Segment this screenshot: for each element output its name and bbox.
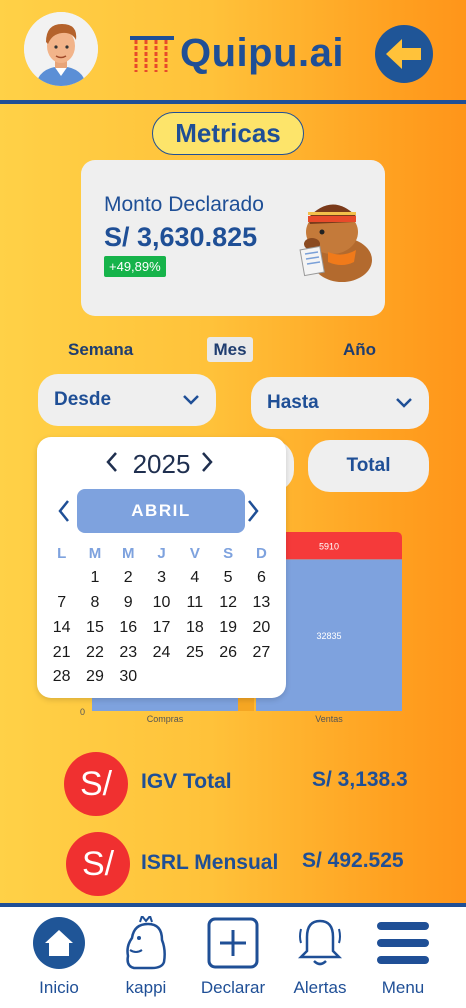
nav-label: Inicio [39, 978, 79, 997]
calendar-day[interactable]: 21 [45, 640, 78, 665]
tab-mes[interactable]: Mes [207, 337, 253, 362]
chevron-left-icon[interactable] [105, 451, 119, 473]
calendar-day[interactable]: 22 [78, 640, 111, 665]
calendar-day[interactable]: 2 [112, 566, 145, 591]
igv-value: S/ 3,138.3 [312, 768, 408, 791]
capybara-icon [126, 916, 166, 970]
calendar-day[interactable]: 14 [45, 615, 78, 640]
bottom-nav: Inicio kappi Declarar Alertas Menu [0, 907, 466, 1008]
calendar-day[interactable]: 25 [178, 640, 211, 665]
weekday-label: M [121, 544, 135, 562]
weekday-label: V [189, 544, 200, 562]
calendar-day[interactable]: 30 [112, 665, 145, 690]
chevron-down-icon [396, 398, 412, 408]
total-button[interactable]: Total [308, 440, 429, 492]
nav-label: kappi [125, 978, 167, 997]
data-label: 5910 [319, 542, 339, 552]
calendar-day[interactable]: 28 [45, 665, 78, 690]
date-picker: 2025 ABRIL L M M J V S D 1 2 3 4 5 6 7 8 9 10 11 12 13 14 15 1… [37, 437, 286, 698]
calendar-day[interactable]: 8 [78, 591, 111, 616]
igv-label: IGV Total [141, 770, 232, 793]
calendar-empty-cell [45, 566, 78, 591]
nav-label: Menu [381, 978, 425, 997]
nav-label: Alertas [293, 978, 347, 997]
nav-item-declarar[interactable]: Declarar [198, 907, 268, 1008]
calendar-day[interactable]: 26 [211, 640, 244, 665]
hasta-dropdown[interactable]: Hasta [251, 377, 429, 429]
monto-value: S/ 3,630.825 [104, 222, 258, 252]
calendar-day[interactable]: 17 [145, 615, 178, 640]
home-icon [33, 917, 85, 969]
nav-label: Declarar [200, 978, 266, 997]
calendar-day[interactable]: 10 [145, 591, 178, 616]
calendar-day[interactable]: 4 [178, 566, 211, 591]
nav-item-inicio[interactable]: Inicio [22, 907, 96, 1008]
calendar-day[interactable]: 29 [78, 665, 111, 690]
data-label: 32835 [316, 631, 341, 641]
currency-icon: S/ [66, 832, 130, 896]
calendar-day[interactable]: 24 [145, 640, 178, 665]
calendar-day[interactable]: 1 [78, 566, 111, 591]
nav-item-alertas[interactable]: Alertas [285, 907, 355, 1008]
avatar-icon [24, 12, 98, 86]
nav-item-kappi[interactable]: kappi [111, 907, 181, 1008]
back-button[interactable] [375, 25, 433, 83]
weekday-label: S [223, 544, 234, 562]
calendar-grid: L M M J V S D 1 2 3 4 5 6 7 8 9 10 11 12 13 14 15 16 17 18 19 20 21… [45, 541, 278, 690]
calendar-day[interactable]: 19 [211, 615, 244, 640]
calendar-day[interactable]: 6 [245, 566, 278, 591]
calendar-year: 2025 [132, 449, 191, 479]
calendar-day[interactable]: 9 [112, 591, 145, 616]
calendar-day[interactable]: 11 [178, 591, 211, 616]
chevron-down-icon [183, 395, 199, 405]
bell-icon [297, 919, 343, 966]
isrl-value: S/ 492.525 [302, 849, 404, 872]
avatar[interactable] [24, 12, 98, 86]
page-title: Metricas [152, 112, 304, 155]
calendar-day[interactable]: 20 [245, 615, 278, 640]
quipu-logo-icon [130, 36, 174, 72]
calendar-day[interactable]: 12 [211, 591, 244, 616]
logo: Quipu.ai [128, 28, 344, 78]
x-tick-label: Compras [147, 714, 184, 724]
isrl-label: ISRL Mensual [141, 851, 279, 874]
calendar-day[interactable]: 3 [145, 566, 178, 591]
capybara-icon [299, 204, 372, 282]
weekday-label: D [256, 544, 267, 562]
y-tick-label: 0 [80, 707, 85, 717]
plus-square-icon [207, 917, 259, 969]
nav-item-menu[interactable]: Menu [369, 907, 437, 1008]
weekday-label: L [57, 544, 67, 562]
menu-icon [377, 922, 429, 964]
calendar-day[interactable]: 27 [245, 640, 278, 665]
chevron-right-icon[interactable] [200, 451, 214, 473]
hasta-label: Hasta [267, 392, 319, 413]
calendar-day[interactable]: 15 [78, 615, 111, 640]
monto-label: Monto Declarado [104, 193, 264, 216]
change-badge: +49,89% [104, 256, 166, 277]
chevron-left-icon[interactable] [57, 499, 71, 523]
desde-label: Desde [54, 389, 112, 410]
currency-icon: S/ [64, 752, 128, 816]
calendar-day[interactable]: 7 [45, 591, 78, 616]
bar-gap [238, 696, 254, 711]
calendar-day[interactable]: 18 [178, 615, 211, 640]
chevron-right-icon[interactable] [246, 499, 260, 523]
x-tick-label: Ventas [315, 714, 343, 724]
tab-ano[interactable]: Año [343, 340, 376, 360]
capybara-mascot [294, 190, 374, 282]
arrow-left-icon [386, 39, 421, 69]
calendar-day[interactable]: 5 [211, 566, 244, 591]
desde-dropdown[interactable]: Desde [38, 374, 216, 426]
weekday-label: M [88, 544, 102, 562]
header-divider [0, 100, 466, 104]
logo-text: Quipu.ai [180, 30, 344, 75]
calendar-day[interactable]: 13 [245, 591, 278, 616]
weekday-label: J [157, 544, 166, 562]
calendar-day[interactable]: 23 [112, 640, 145, 665]
tab-semana[interactable]: Semana [68, 340, 133, 360]
calendar-month[interactable]: ABRIL [77, 489, 245, 533]
calendar-day[interactable]: 16 [112, 615, 145, 640]
